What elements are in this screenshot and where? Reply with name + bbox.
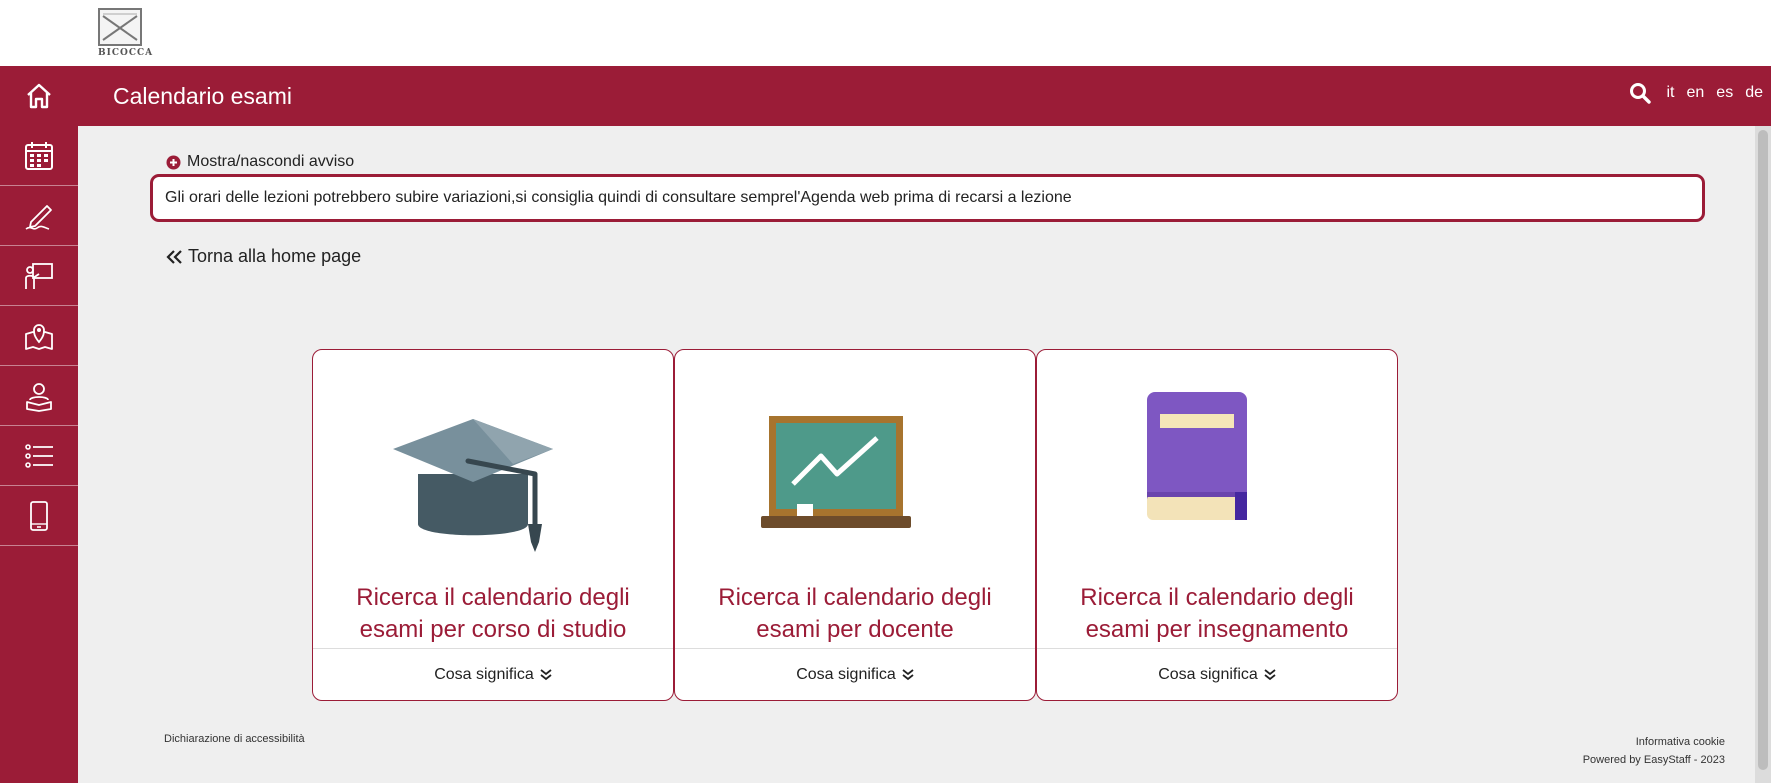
search-icon — [1629, 83, 1651, 104]
sidebar-item-locations[interactable] — [0, 306, 78, 366]
sidebar-item-list[interactable] — [0, 426, 78, 486]
list-icon — [25, 443, 53, 468]
chalkboard-icon — [761, 416, 911, 528]
card-info-toggle[interactable]: Cosa significa — [1037, 648, 1397, 700]
logo-emblem — [98, 8, 142, 46]
sidebar-item-mobile[interactable] — [0, 486, 78, 546]
header-actions: it en es de — [1629, 82, 1763, 104]
map-location-icon — [25, 323, 53, 350]
toggle-notice-button[interactable]: Mostra/nascondi avviso — [166, 153, 354, 171]
card-info-toggle[interactable]: Cosa significa — [313, 648, 673, 700]
sidebar-item-student[interactable] — [0, 366, 78, 426]
back-home-label: Torna alla home page — [188, 246, 362, 266]
card-info-label: Cosa significa — [796, 665, 896, 683]
plus-circle-icon — [166, 155, 181, 169]
lang-it[interactable]: it — [1667, 84, 1675, 102]
scrollbar-thumb[interactable] — [1758, 130, 1768, 770]
lang-de[interactable]: de — [1745, 84, 1763, 102]
card-illustration — [313, 374, 673, 574]
card-insegnamento[interactable]: Ricerca il calendario degli esami per in… — [1036, 349, 1398, 701]
card-corso-di-studio[interactable]: Ricerca il calendario degli esami per co… — [312, 349, 674, 701]
home-button[interactable] — [0, 66, 78, 126]
accessibility-link[interactable]: Dichiarazione di accessibilità — [164, 733, 305, 745]
teacher-board-icon — [25, 262, 53, 289]
student-reading-icon — [26, 382, 52, 412]
vertical-scrollbar[interactable] — [1755, 126, 1771, 783]
card-title: Ricerca il calendario degli esami per co… — [356, 584, 630, 643]
notice-box: Gli orari delle lezioni potrebbero subir… — [150, 174, 1705, 222]
main-content: Mostra/nascondi avviso Gli orari delle l… — [78, 126, 1755, 783]
logo-wordmark: BICOCCA — [98, 48, 154, 58]
card-info-label: Cosa significa — [1158, 665, 1258, 683]
search-button[interactable] — [1629, 82, 1651, 104]
logo-bar: BICOCCA — [0, 0, 1771, 66]
back-home-link[interactable]: Torna alla home page — [166, 246, 361, 267]
powered-by: Powered by EasyStaff - 2023 — [1582, 754, 1725, 766]
toggle-notice-label: Mostra/nascondi avviso — [187, 153, 355, 170]
double-chevron-down-icon — [1264, 668, 1276, 680]
notice-text: Gli orari delle lezioni potrebbero subir… — [165, 189, 1072, 206]
card-info-label: Cosa significa — [434, 665, 534, 683]
page-title: Calendario esami — [113, 83, 292, 109]
graduation-cap-icon — [393, 419, 553, 552]
cookie-link[interactable]: Informativa cookie — [1583, 733, 1725, 751]
home-icon — [27, 83, 51, 109]
card-title: Ricerca il calendario degli esami per do… — [718, 584, 992, 643]
university-logo[interactable]: BICOCCA — [98, 8, 152, 58]
card-title: Ricerca il calendario degli esami per in… — [1080, 584, 1354, 643]
sidebar-item-teacher[interactable] — [0, 246, 78, 306]
footer-info: Informativa cookie Powered by EasyStaff … — [1583, 733, 1725, 769]
double-chevron-down-icon — [540, 668, 552, 680]
sidebar-item-calendar[interactable] — [0, 126, 78, 186]
lang-es[interactable]: es — [1716, 84, 1733, 102]
book-icon — [1147, 392, 1247, 520]
sidebar-item-signature[interactable] — [0, 186, 78, 246]
sidebar — [0, 126, 78, 783]
card-illustration — [1037, 374, 1397, 574]
card-info-toggle[interactable]: Cosa significa — [675, 648, 1035, 700]
pen-signature-icon — [25, 204, 52, 230]
mobile-phone-icon — [30, 500, 48, 531]
double-chevron-left-icon — [166, 249, 182, 264]
double-chevron-down-icon — [902, 668, 914, 680]
card-docente[interactable]: Ricerca il calendario degli esami per do… — [674, 349, 1036, 701]
lang-en[interactable]: en — [1687, 84, 1705, 102]
calendar-icon — [25, 141, 53, 170]
card-illustration — [675, 374, 1035, 574]
header-bar: Calendario esami it en es de — [0, 66, 1771, 126]
